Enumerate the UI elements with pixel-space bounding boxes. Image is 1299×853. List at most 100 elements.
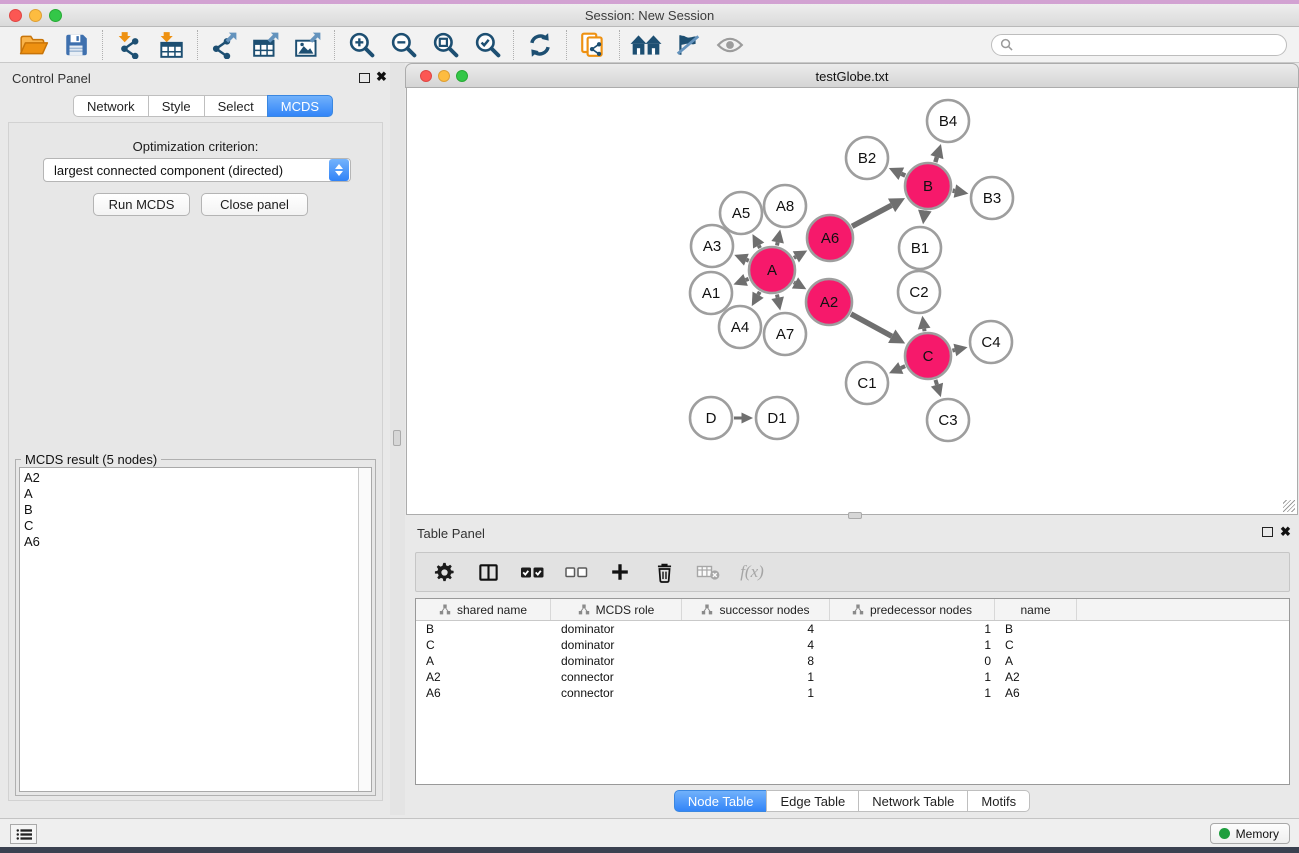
control-panel-close-icon[interactable]: ✖ xyxy=(376,69,387,85)
node-label-D1: D1 xyxy=(767,410,786,427)
column-label: shared name xyxy=(457,603,527,617)
mcds-result-list[interactable]: A2ABCA6 xyxy=(19,467,372,792)
search-field[interactable] xyxy=(991,34,1287,56)
zoom-in-button[interactable] xyxy=(345,30,377,60)
column-header-successor-nodes[interactable]: successor nodes xyxy=(682,599,830,620)
column-label: name xyxy=(1020,603,1050,617)
split-view-button[interactable] xyxy=(474,558,502,586)
panel-splitter[interactable] xyxy=(390,63,405,815)
hide-details-button[interactable] xyxy=(672,30,704,60)
search-icon xyxy=(1000,38,1013,51)
close-panel-button[interactable]: Close panel xyxy=(201,193,308,216)
select-all-button[interactable] xyxy=(518,558,546,586)
export-image-button[interactable] xyxy=(292,30,324,60)
import-network-button[interactable] xyxy=(113,30,145,60)
edge-A-A7[interactable] xyxy=(777,294,778,297)
show-details-button[interactable] xyxy=(714,30,746,60)
table-panel-header: Table Panel ✖ xyxy=(405,520,1299,544)
window-resize-grip[interactable] xyxy=(1283,500,1295,512)
tab-style[interactable]: Style xyxy=(148,95,205,117)
edge-A2-C[interactable] xyxy=(851,314,892,336)
network-window-title: testGlobe.txt xyxy=(406,69,1298,84)
export-image-icon xyxy=(294,31,322,59)
result-item[interactable]: A6 xyxy=(20,534,371,550)
optimization-criterion-label: Optimization criterion: xyxy=(9,139,382,154)
save-button[interactable] xyxy=(60,30,92,60)
network-window-titlebar[interactable]: testGlobe.txt xyxy=(405,63,1299,88)
column-header-shared-name[interactable]: shared name xyxy=(416,599,551,620)
task-history-button[interactable] xyxy=(10,824,37,844)
table-panel-float-button[interactable] xyxy=(1262,527,1273,537)
edge-A-A2[interactable] xyxy=(794,282,795,283)
tab-network-table[interactable]: Network Table xyxy=(858,790,968,812)
delete-column-button[interactable] xyxy=(650,558,678,586)
edge-C-C1[interactable] xyxy=(901,366,905,368)
edge-A-A8[interactable] xyxy=(777,242,778,245)
first-neighbors-button[interactable] xyxy=(630,30,662,60)
column-header-predecessor-nodes[interactable]: predecessor nodes xyxy=(830,599,995,620)
table-panel-close-icon[interactable]: ✖ xyxy=(1280,524,1291,540)
clone-network-button[interactable] xyxy=(577,30,609,60)
network-graph[interactable]: ABCA2A6A1A3A4A5A7A8B1B2B3B4C1C2C3C4DD1 xyxy=(407,88,1299,515)
node-label-B: B xyxy=(923,178,933,195)
result-scrollbar[interactable] xyxy=(358,468,371,791)
table-row[interactable]: Adominator80A xyxy=(416,653,1289,669)
add-column-button[interactable] xyxy=(606,558,634,586)
tab-node-table[interactable]: Node Table xyxy=(674,790,768,812)
network-canvas[interactable]: ABCA2A6A1A3A4A5A7A8B1B2B3B4C1C2C3C4DD1 xyxy=(406,88,1298,515)
table-cell: A6 xyxy=(995,685,1077,701)
deselect-all-button[interactable] xyxy=(562,558,590,586)
table-row[interactable]: A6connector11A6 xyxy=(416,685,1289,701)
edge-A-A4[interactable] xyxy=(758,292,760,295)
result-item[interactable]: C xyxy=(20,518,371,534)
table-row[interactable]: Bdominator41B xyxy=(416,621,1289,637)
edge-B-B4[interactable] xyxy=(935,157,937,162)
edge-A-A5[interactable] xyxy=(759,246,760,249)
splitter-handle[interactable] xyxy=(393,430,401,446)
edge-C-C4[interactable] xyxy=(952,350,954,351)
edge-arrowhead xyxy=(954,184,969,197)
edge-A-A6[interactable] xyxy=(794,257,796,258)
node-table[interactable]: shared name MCDS rolesuccessor nodesprede… xyxy=(415,598,1290,785)
zoom-in-icon xyxy=(348,31,375,58)
table-tabs: Node TableEdge TableNetwork TableMotifs xyxy=(405,790,1299,812)
tab-select[interactable]: Select xyxy=(204,95,268,117)
edge-C-C3[interactable] xyxy=(935,380,937,385)
open-file-button[interactable] xyxy=(18,30,50,60)
memory-button[interactable]: Memory xyxy=(1210,823,1290,844)
export-network-button[interactable] xyxy=(208,30,240,60)
search-input[interactable] xyxy=(1018,38,1278,52)
result-item[interactable]: A2 xyxy=(20,470,371,486)
control-panel-float-button[interactable] xyxy=(359,73,370,83)
run-mcds-button[interactable]: Run MCDS xyxy=(93,193,190,216)
mcds-result-group: MCDS result (5 nodes) A2ABCA6 xyxy=(15,459,376,796)
column-header-MCDS-role[interactable]: MCDS role xyxy=(551,599,682,620)
table-row[interactable]: Cdominator41C xyxy=(416,637,1289,653)
tab-edge-table[interactable]: Edge Table xyxy=(766,790,859,812)
result-item[interactable]: B xyxy=(20,502,371,518)
zoom-selected-button[interactable] xyxy=(471,30,503,60)
edge-B-B2[interactable] xyxy=(901,174,905,176)
settings-button[interactable] xyxy=(430,558,458,586)
tab-mcds[interactable]: MCDS xyxy=(267,95,333,117)
tab-motifs[interactable]: Motifs xyxy=(967,790,1030,812)
refresh-button[interactable] xyxy=(524,30,556,60)
import-table-button[interactable] xyxy=(155,30,187,60)
edge-A-A1[interactable] xyxy=(746,279,749,280)
zoom-out-button[interactable] xyxy=(387,30,419,60)
criterion-select[interactable]: largest connected component (directed) xyxy=(43,158,351,182)
table-row[interactable]: A2connector11A2 xyxy=(416,669,1289,685)
edge-A6-B[interactable] xyxy=(852,205,891,226)
column-header-name[interactable]: name xyxy=(995,599,1077,620)
edge-arrowhead xyxy=(953,344,967,356)
edge-A-A3[interactable] xyxy=(746,260,748,261)
table-cell: 1 xyxy=(682,669,830,685)
result-item[interactable]: A xyxy=(20,486,371,502)
network-splitter-handle[interactable] xyxy=(848,512,862,519)
control-panel-tabs: NetworkStyleSelectMCDS xyxy=(73,95,333,117)
zoom-fit-button[interactable] xyxy=(429,30,461,60)
control-panel: Control Panel ✖ NetworkStyleSelectMCDS O… xyxy=(0,63,390,815)
export-table-button[interactable] xyxy=(250,30,282,60)
tab-network[interactable]: Network xyxy=(73,95,149,117)
delete-column-icon xyxy=(654,561,675,584)
